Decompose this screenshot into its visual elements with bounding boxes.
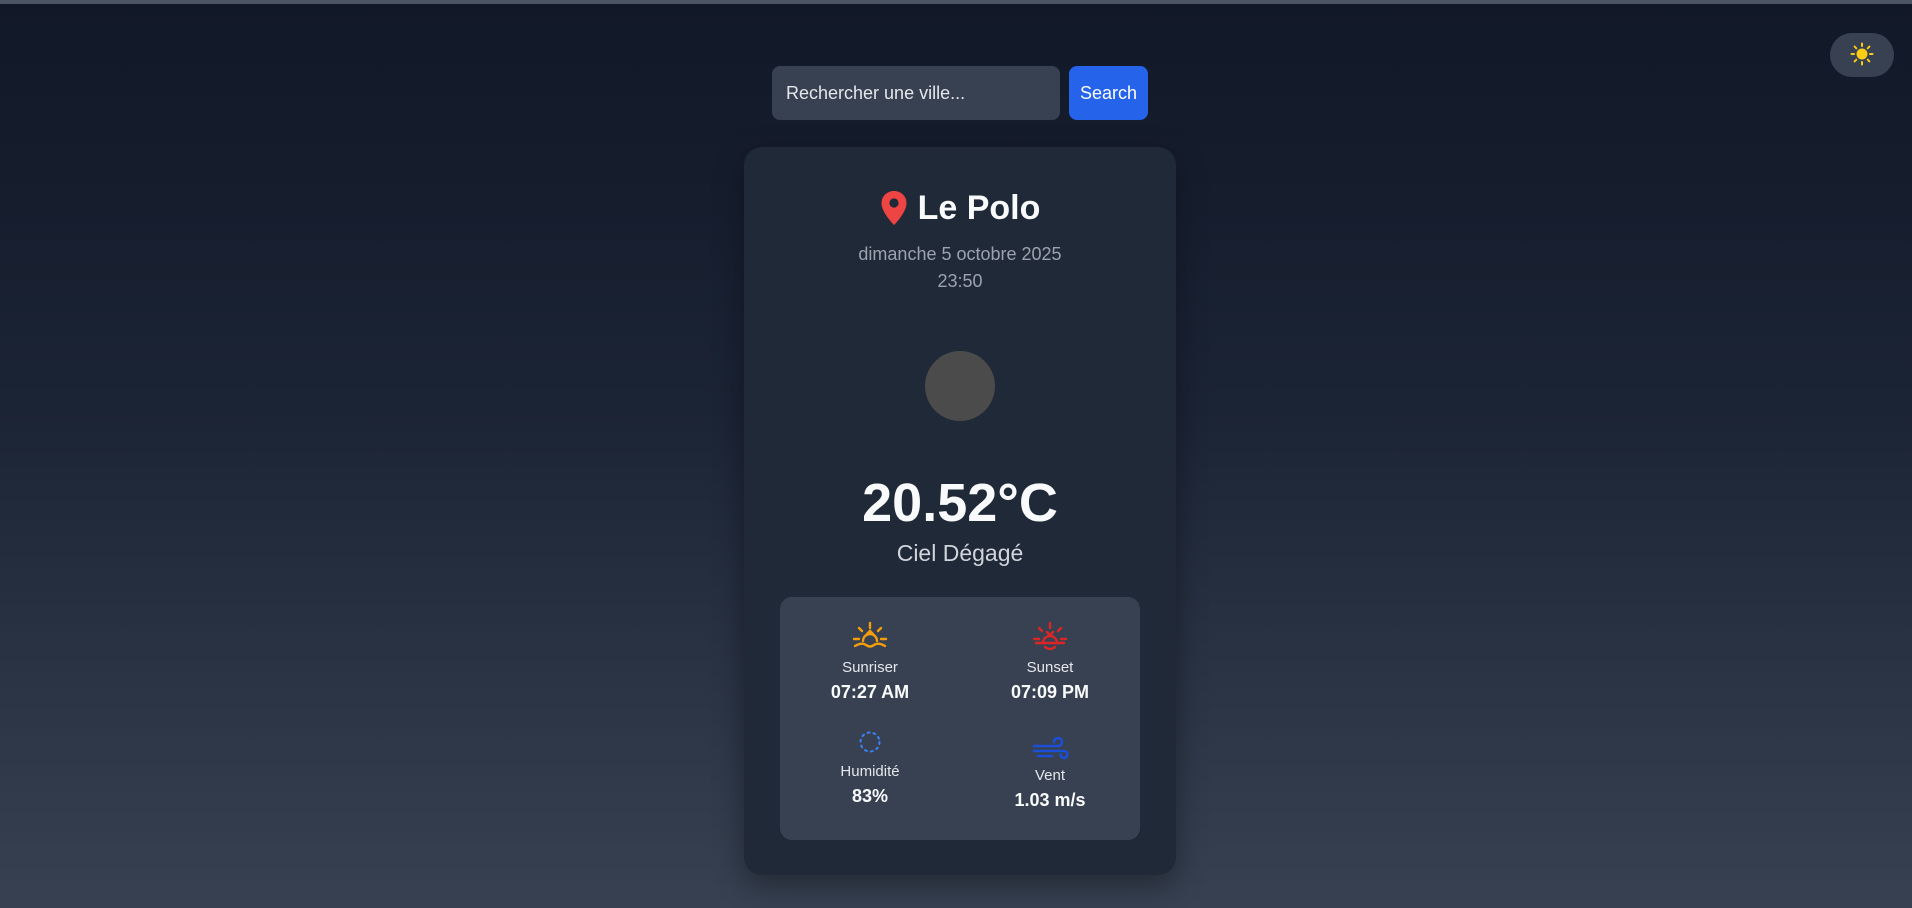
weather-condition-icon	[925, 351, 995, 421]
window-top-border	[0, 0, 1912, 4]
details-panel: Sunriser 07:27 AM Sunset 07:09 PM Humidi…	[780, 597, 1140, 840]
humidity-label: Humidité	[840, 763, 900, 780]
weather-card: Le Polo dimanche 5 octobre 2025 23:50 20…	[744, 147, 1176, 875]
humidity-icon	[780, 727, 960, 757]
sunset-detail: Sunset 07:09 PM	[960, 619, 1140, 703]
sunset-label: Sunset	[1026, 659, 1074, 676]
sunset-icon	[960, 619, 1140, 653]
search-input[interactable]	[772, 66, 1060, 120]
map-pin-icon	[880, 190, 908, 226]
humidity-detail: Humidité 83%	[780, 727, 960, 807]
weather-condition-text: Ciel Dégagé	[896, 540, 1024, 566]
search-button[interactable]: Search	[1069, 66, 1148, 120]
sun-icon	[1850, 42, 1874, 69]
theme-toggle-button[interactable]	[1830, 33, 1894, 77]
wind-label: Vent	[1034, 767, 1066, 784]
temperature-value: 20.52°C	[862, 473, 1058, 533]
humidity-value: 83%	[851, 786, 889, 806]
location-header: Le Polo	[744, 185, 1176, 231]
wind-icon	[960, 737, 1140, 761]
time-text: 23:50	[937, 271, 983, 291]
sunrise-value: 07:27 AM	[830, 682, 910, 702]
sunrise-icon	[780, 619, 960, 653]
wind-detail: Vent 1.03 m/s	[960, 737, 1140, 811]
wind-value: 1.03 m/s	[1014, 790, 1086, 810]
date-text: dimanche 5 octobre 2025	[858, 244, 1062, 264]
search-bar: Search	[772, 66, 1148, 120]
sunrise-detail: Sunriser 07:27 AM	[780, 619, 960, 703]
sunset-value: 07:09 PM	[1010, 682, 1090, 702]
city-name: Le Polo	[917, 188, 1041, 227]
sunrise-label: Sunriser	[842, 659, 898, 676]
